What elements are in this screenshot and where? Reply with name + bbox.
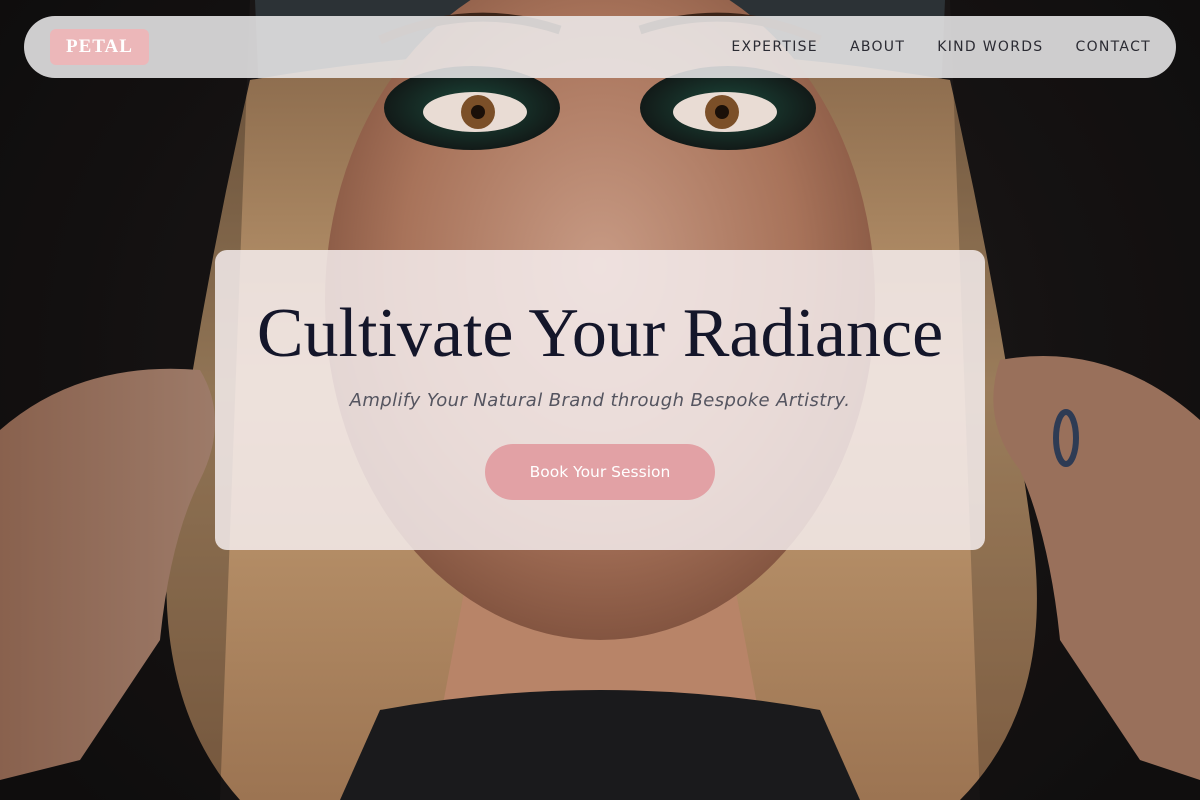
book-session-button[interactable]: Book Your Session: [485, 444, 715, 500]
nav-link-kind-words[interactable]: KIND WORDS: [937, 39, 1043, 55]
nav-link-contact[interactable]: CONTACT: [1076, 39, 1152, 55]
brand-logo-text: PETAL: [66, 36, 133, 57]
hero-subtitle: Amplify Your Natural Brand through Bespo…: [349, 390, 851, 411]
top-navigation-bar: PETAL EXPERTISE ABOUT KIND WORDS CONTACT: [24, 16, 1176, 78]
nav-link-about[interactable]: ABOUT: [850, 39, 905, 55]
nav-links: EXPERTISE ABOUT KIND WORDS CONTACT: [731, 39, 1151, 55]
brand-logo[interactable]: PETAL: [50, 29, 149, 65]
hero-card: Cultivate Your Radiance Amplify Your Nat…: [215, 250, 985, 550]
nav-link-expertise[interactable]: EXPERTISE: [731, 39, 818, 55]
hero-title: Cultivate Your Radiance: [256, 295, 944, 372]
